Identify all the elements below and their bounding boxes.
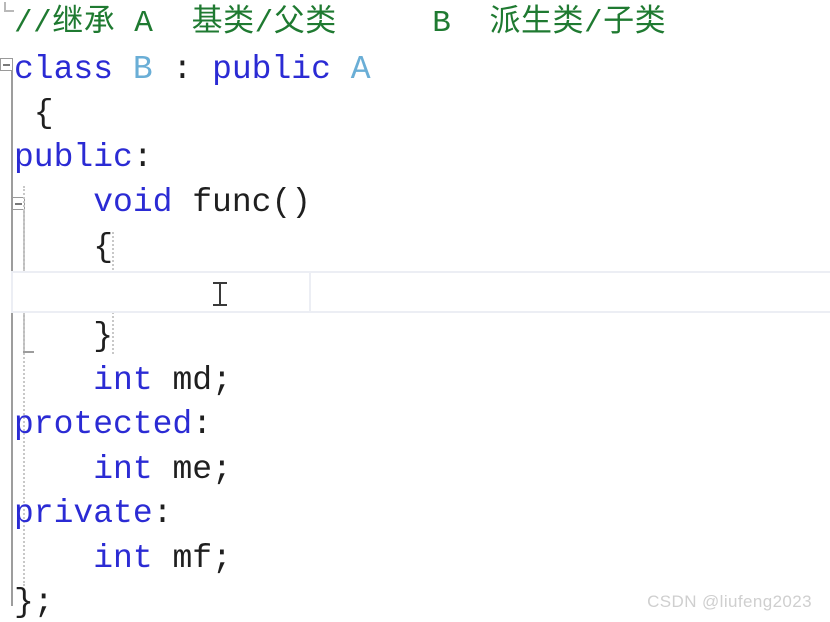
code-token-type: B	[132, 51, 153, 88]
code-line[interactable]: void func()	[14, 181, 311, 225]
code-line[interactable]: protected:	[14, 403, 212, 447]
code-token-plain: md;	[152, 362, 232, 399]
code-token-keyword: int	[93, 451, 153, 488]
code-token-type: A	[350, 51, 371, 88]
code-token-keyword: void	[93, 184, 173, 221]
code-line[interactable]: class B : public A	[14, 48, 371, 92]
code-token-plain: mf;	[152, 540, 232, 577]
code-token-keyword: int	[93, 362, 153, 399]
code-token-plain: :	[132, 139, 153, 176]
code-line[interactable]	[14, 271, 172, 315]
code-line[interactable]: {	[14, 226, 113, 270]
code-token-plain: };	[14, 584, 54, 621]
code-token-plain: :	[152, 51, 213, 88]
code-token-plain: me;	[152, 451, 232, 488]
code-text-surface[interactable]: //继承 A 基类/父类 B 派生类/子类 class B : public A …	[0, 0, 830, 622]
code-token-keyword: int	[93, 540, 153, 577]
code-token-keyword: protected	[14, 406, 193, 443]
code-line[interactable]: int mf;	[14, 537, 232, 581]
code-line[interactable]: public:	[14, 136, 153, 180]
code-token-plain: {	[14, 229, 114, 266]
code-line[interactable]: };	[14, 581, 54, 622]
code-token-keyword: class	[14, 51, 114, 88]
code-token-comment: //继承 A 基类/父类 B 派生类/子类	[14, 6, 667, 41]
code-token-keyword: public	[212, 51, 331, 88]
code-line[interactable]: {	[14, 92, 54, 136]
code-token-plain: func()	[172, 184, 312, 221]
code-editor-viewport: //继承 A 基类/父类 B 派生类/子类 class B : public A …	[0, 0, 830, 622]
csdn-watermark: CSDN @liufeng2023	[647, 592, 812, 611]
code-line[interactable]: int me;	[14, 448, 232, 492]
code-line[interactable]: }	[14, 315, 113, 359]
code-token-keyword: public	[14, 139, 133, 176]
code-token-plain: :	[152, 495, 173, 532]
code-token-plain: :	[192, 406, 213, 443]
code-line[interactable]: //继承 A 基类/父类 B 派生类/子类	[14, 2, 666, 46]
code-token-plain: {	[14, 95, 54, 132]
code-line[interactable]: int md;	[14, 359, 232, 403]
code-line[interactable]: private:	[14, 492, 172, 536]
code-token-keyword: private	[14, 495, 153, 532]
text-caret-ibeam	[213, 282, 227, 306]
code-token-plain: }	[14, 318, 114, 355]
